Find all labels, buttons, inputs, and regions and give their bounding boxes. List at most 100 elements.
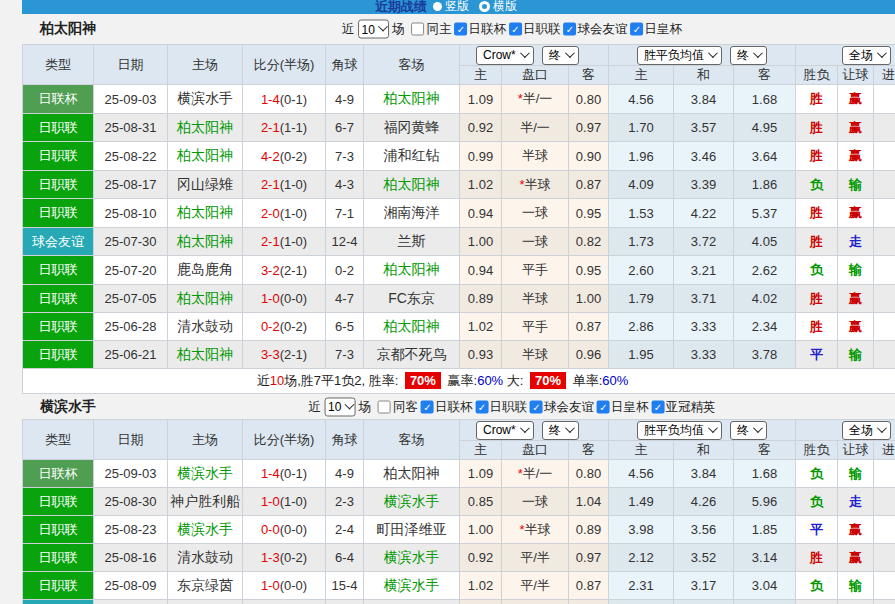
match-score[interactable]: 2-1(1-0): [243, 228, 326, 256]
scope-select[interactable]: 全场: [842, 46, 891, 65]
avg-home: 4.56: [609, 85, 674, 114]
away-team[interactable]: 横滨水手: [364, 488, 460, 516]
away-team[interactable]: 京都不死鸟: [364, 341, 460, 369]
league-badge[interactable]: 日职联: [23, 516, 94, 544]
match-score[interactable]: [243, 600, 326, 604]
home-team[interactable]: 清水鼓动: [168, 544, 243, 572]
league-checkbox-1[interactable]: ✓: [509, 23, 522, 36]
league-badge[interactable]: 日职联: [23, 171, 94, 199]
home-team[interactable]: 柏太阳神: [168, 228, 243, 256]
home-team[interactable]: 横滨水手: [168, 85, 243, 114]
league-badge[interactable]: 球会友谊: [23, 600, 94, 604]
rate-badge: 70%: [405, 372, 441, 389]
league-checkbox-1[interactable]: ✓: [475, 400, 488, 413]
away-team[interactable]: 兰斯: [364, 228, 460, 256]
away-team[interactable]: FC东京: [364, 285, 460, 313]
away-team[interactable]: 柏太阳神: [364, 313, 460, 341]
home-team[interactable]: 柏太阳神: [168, 142, 243, 171]
home-team[interactable]: 鹿岛鹿角: [168, 256, 243, 285]
league-badge[interactable]: 日职联: [23, 199, 94, 228]
radio-vertical-label: 竖版: [445, 0, 469, 14]
league-checkbox-0[interactable]: ✓: [454, 23, 467, 36]
match-date: 25-08-09: [94, 572, 168, 600]
match-score[interactable]: 4-2(0-2): [243, 142, 326, 171]
away-team[interactable]: 福冈黄蜂: [364, 114, 460, 142]
away-team[interactable]: 柏太阳神: [364, 256, 460, 285]
scope-select[interactable]: 全场: [842, 421, 891, 440]
away-team[interactable]: 柏太阳神: [364, 460, 460, 488]
odds-final-select[interactable]: 终: [542, 46, 579, 65]
match-score[interactable]: 1-0(1-0): [243, 488, 326, 516]
league-badge[interactable]: 日职联: [23, 488, 94, 516]
away-team[interactable]: 浦和红钻: [364, 142, 460, 171]
same-venue-checkbox[interactable]: [378, 400, 391, 413]
league-badge[interactable]: 日职联: [23, 256, 94, 285]
home-team[interactable]: 柏太阳神: [168, 285, 243, 313]
match-score[interactable]: 1-4(0-1): [243, 460, 326, 488]
away-team[interactable]: 横滨水手: [364, 572, 460, 600]
match-score[interactable]: 0-2(0-2): [243, 313, 326, 341]
match-score[interactable]: 3-2(2-1): [243, 256, 326, 285]
match-score[interactable]: 1-4(0-1): [243, 85, 326, 114]
match-score[interactable]: 1-3(0-2): [243, 544, 326, 572]
league-checkbox-4[interactable]: ✓: [651, 400, 664, 413]
home-team[interactable]: 横滨水手: [168, 460, 243, 488]
away-team[interactable]: 横滨水手: [364, 544, 460, 572]
avg-home: 1.53: [609, 199, 674, 228]
away-team[interactable]: 柏太阳神: [364, 171, 460, 199]
league-badge[interactable]: 日职联: [23, 544, 94, 572]
home-team[interactable]: 柏太阳神: [168, 114, 243, 142]
match-count-select[interactable]: 10: [324, 397, 355, 416]
league-badge[interactable]: 日职联: [23, 313, 94, 341]
away-team[interactable]: [364, 600, 460, 604]
same-venue-checkbox[interactable]: [411, 23, 424, 36]
league-checkbox-2[interactable]: ✓: [530, 400, 543, 413]
league-checkbox-3[interactable]: ✓: [630, 23, 643, 36]
radio-vertical[interactable]: [433, 2, 442, 11]
match-score[interactable]: 1-0(0-0): [243, 572, 326, 600]
home-team[interactable]: 柏太阳神: [168, 341, 243, 369]
avg-final-select[interactable]: 终: [730, 421, 767, 440]
odds-source-select[interactable]: Crow*: [476, 46, 534, 65]
away-team[interactable]: 柏太阳神: [364, 85, 460, 114]
match-score[interactable]: 1-0(0-0): [243, 285, 326, 313]
odds-away: 0.97: [569, 114, 609, 142]
home-team[interactable]: 柏太阳神: [168, 199, 243, 228]
home-team[interactable]: 冈山绿雉: [168, 171, 243, 199]
away-team[interactable]: 湘南海洋: [364, 199, 460, 228]
home-team[interactable]: 东京绿茵: [168, 572, 243, 600]
league-badge[interactable]: 日职联: [23, 114, 94, 142]
avg-home: 1.95: [609, 341, 674, 369]
league-badge[interactable]: 日联杯: [23, 460, 94, 488]
league-checkbox-2[interactable]: ✓: [563, 23, 576, 36]
match-score[interactable]: 3-3(2-1): [243, 341, 326, 369]
avg-odds-select[interactable]: 胜平负均值: [637, 46, 722, 65]
league-badge[interactable]: 日职联: [23, 341, 94, 369]
league-badge[interactable]: 日职联: [23, 142, 94, 171]
match-score[interactable]: 2-0(1-0): [243, 199, 326, 228]
league-badge[interactable]: 日联杯: [23, 85, 94, 114]
away-team[interactable]: 町田泽维亚: [364, 516, 460, 544]
avg-odds-select[interactable]: 胜平负均值: [637, 421, 722, 440]
avg-draw: 3.84: [674, 460, 734, 488]
league-checkbox-3[interactable]: ✓: [597, 400, 610, 413]
league-badge[interactable]: 日职联: [23, 572, 94, 600]
home-team[interactable]: [168, 600, 243, 604]
avg-final-select[interactable]: 终: [730, 46, 767, 65]
radio-horizontal[interactable]: [479, 1, 490, 12]
home-team[interactable]: 神户胜利船: [168, 488, 243, 516]
odds-final-select[interactable]: 终: [542, 421, 579, 440]
odds-source-select[interactable]: Crow*: [476, 421, 534, 440]
home-team[interactable]: 清水鼓动: [168, 313, 243, 341]
league-badge[interactable]: 日职联: [23, 285, 94, 313]
match-count-select[interactable]: 10: [358, 20, 389, 39]
league-badge[interactable]: 球会友谊: [23, 228, 94, 256]
match-score[interactable]: 0-0(0-0): [243, 516, 326, 544]
match-score[interactable]: 2-1(1-0): [243, 171, 326, 199]
odds-home: 1.09: [460, 85, 502, 114]
summary-segment: 大:: [503, 373, 527, 388]
match-score[interactable]: 2-1(1-1): [243, 114, 326, 142]
home-team[interactable]: 横滨水手: [168, 516, 243, 544]
league-checkbox-0[interactable]: ✓: [421, 400, 434, 413]
page: 近期战绩 竖版 横版 柏太阳神近10场同主✓日联杯✓日职联✓球会友谊✓日皇杯类型…: [22, 0, 895, 604]
